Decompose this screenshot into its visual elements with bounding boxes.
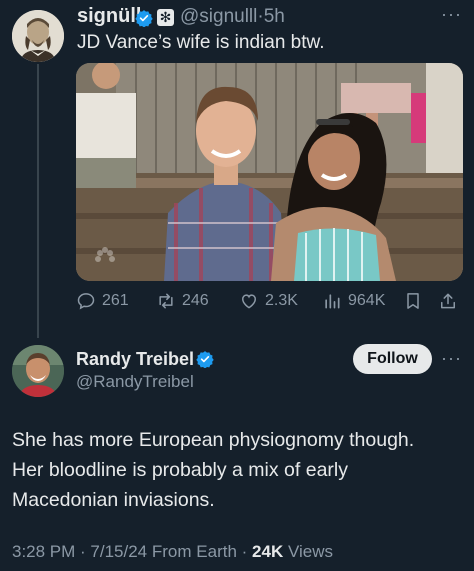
reply-author-avatar[interactable] (12, 345, 64, 397)
repost-action[interactable]: 246 (156, 290, 209, 312)
tweet-text: JD Vance’s wife is indian btw. (77, 32, 325, 53)
affiliate-badge-icon: ✻ (157, 9, 174, 26)
couple-photo-image (76, 63, 463, 281)
tweet-photo[interactable] (76, 63, 463, 281)
reply-time[interactable]: 3:28 PM (12, 542, 75, 561)
tweet-age: 5h (263, 6, 285, 27)
reply-action[interactable]: 261 (76, 290, 129, 312)
reply-meta: 3:28 PM · 7/15/24 From Earth · 24K Views (12, 542, 333, 561)
bookmark-action[interactable] (403, 290, 429, 312)
reply-text-line: She has more European physiognomy though… (12, 429, 415, 451)
reply-views-label: Views (287, 542, 333, 561)
more-dots-icon[interactable]: ··· (441, 348, 462, 369)
author-handle: @signulll (180, 6, 258, 27)
reply-author-handle[interactable]: @RandyTreibel (76, 372, 194, 392)
thread-connector-line (37, 64, 39, 338)
reply-date[interactable]: 7/15/24 (90, 542, 147, 561)
more-dots-icon[interactable]: ··· (441, 4, 462, 25)
reply-views-count: 24K (252, 542, 284, 561)
randy-portrait-icon (12, 345, 64, 397)
verified-badge-icon (196, 351, 214, 368)
verified-badge-icon (135, 10, 153, 27)
reply-source: From Earth (151, 542, 237, 561)
bookmark-icon (407, 293, 419, 309)
reply-icon (77, 293, 95, 310)
author-handle-meta[interactable]: @signulll·5h (180, 6, 285, 28)
views-count: 964K (348, 292, 386, 309)
author-name[interactable]: signüll (77, 5, 141, 28)
tweet-actions: 261 246 2.3K 964K (76, 290, 464, 312)
author-avatar[interactable] (12, 10, 64, 62)
like-count: 2.3K (265, 292, 298, 309)
reply-text: She has more European physiognomy though… (12, 425, 467, 515)
share-action[interactable] (438, 290, 464, 312)
follow-button[interactable]: Follow (353, 344, 432, 374)
repost-count: 246 (182, 292, 209, 309)
reply-text-line: Macedonian inviasions. (12, 489, 215, 511)
repost-icon (159, 293, 173, 309)
heart-icon (241, 294, 257, 309)
reply-count: 261 (102, 292, 129, 309)
reply-text-line: Her bloodline is probably a mix of early (12, 459, 348, 481)
views-chart-icon (325, 294, 340, 309)
shakespeare-portrait-icon (12, 10, 64, 62)
like-action[interactable]: 2.3K (239, 290, 298, 312)
reply-author-name[interactable]: Randy Treibel (76, 349, 194, 370)
views-action[interactable]: 964K (322, 290, 385, 312)
share-icon (441, 293, 455, 309)
